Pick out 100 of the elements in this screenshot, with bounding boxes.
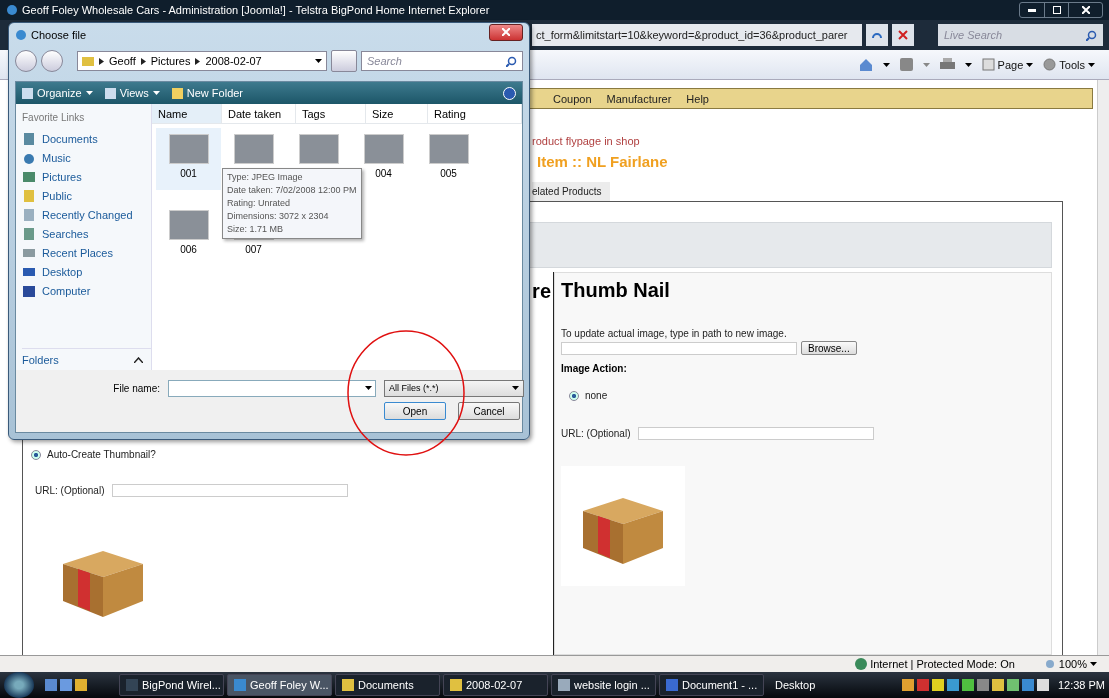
menu-item[interactable]: Manufacturer: [606, 92, 672, 105]
section-heading: re: [532, 280, 552, 303]
photo-placeholder[interactable]: [363, 134, 404, 164]
gear-icon: [1043, 58, 1057, 71]
taskbar-button[interactable]: Document1 - ...: [659, 674, 764, 696]
file-type-dropdown[interactable]: All Files (*.*): [384, 379, 524, 397]
radio-button[interactable]: [31, 449, 41, 460]
menu-item[interactable]: Coupon: [553, 92, 592, 105]
forward-button[interactable]: [41, 50, 63, 72]
caret-icon: [1088, 62, 1095, 67]
feed-icon[interactable]: [899, 58, 913, 71]
taskbar-button[interactable]: website login ...: [551, 674, 656, 696]
browser-icon: [15, 29, 27, 41]
chevron-icon: [195, 57, 201, 65]
caret-icon: [512, 386, 519, 390]
favorite-link[interactable]: Recently Changed: [22, 205, 151, 224]
tray-icon[interactable]: [931, 679, 944, 691]
refresh-button[interactable]: [866, 24, 888, 46]
favorite-link[interactable]: Searches: [22, 224, 151, 243]
file-name: 004: [375, 168, 392, 179]
path-field[interactable]: [561, 341, 797, 355]
minimize-icon: [1028, 8, 1036, 12]
tools-menu[interactable]: Tools: [1043, 58, 1095, 71]
address-field[interactable]: ct_form&limitstart=10&keyword=&product_id=36&product_parer: [532, 24, 862, 46]
breadcrumb-item[interactable]: 2008-02-07: [205, 55, 262, 67]
taskbar-button[interactable]: 2008-02-07: [443, 674, 548, 696]
caret-icon: [365, 386, 372, 390]
breadcrumb-item[interactable]: Geoff: [109, 55, 136, 67]
photo-placeholder[interactable]: [168, 210, 209, 240]
clock[interactable]: 12:38 PM: [1057, 679, 1105, 691]
tray-icon[interactable]: [946, 679, 959, 691]
photo-placeholder[interactable]: [168, 134, 209, 164]
file-name-field[interactable]: [168, 379, 376, 397]
app-icon: [666, 679, 678, 691]
photo-placeholder[interactable]: [298, 134, 339, 164]
caret-icon: [152, 91, 160, 95]
tooltip-line: Rating: Unrated: [227, 197, 292, 210]
radio-button[interactable]: [569, 390, 579, 401]
search-field[interactable]: Search: [361, 51, 523, 71]
tray-icon[interactable]: [991, 679, 1004, 691]
help-icon[interactable]: [503, 86, 516, 100]
flypage-link[interactable]: roduct flypage in shop: [532, 135, 1097, 147]
close-icon: [502, 28, 510, 36]
tray-icon[interactable]: [901, 679, 914, 691]
zoom-control[interactable]: 100%: [1044, 658, 1097, 670]
taskbar-button[interactable]: BigPond Wirel...: [119, 674, 224, 696]
scrollbar[interactable]: [1097, 80, 1109, 655]
breadcrumb-item[interactable]: Pictures: [150, 55, 191, 67]
tooltip-line: Date taken: 7/02/2008 12:00 PM: [227, 184, 357, 197]
favorite-link[interactable]: Desktop: [22, 262, 151, 281]
refresh-button[interactable]: [331, 50, 357, 72]
photo-placeholder[interactable]: [233, 134, 274, 164]
favorite-link[interactable]: Pictures: [22, 167, 151, 186]
organize-button[interactable]: Organize: [22, 87, 93, 99]
views-icon: [104, 87, 116, 99]
column-header[interactable]: Name: [152, 104, 222, 123]
favorite-link[interactable]: Computer: [22, 281, 151, 300]
url-field[interactable]: [638, 427, 875, 440]
browse-button[interactable]: Browse...: [801, 341, 857, 355]
menu-item[interactable]: Help: [686, 92, 709, 105]
breadcrumb-bar[interactable]: Geoff Pictures 2008-02-07: [77, 51, 327, 71]
back-button[interactable]: [15, 50, 37, 72]
taskbar-button[interactable]: Geoff Foley W...: [227, 674, 332, 696]
stop-button[interactable]: [892, 24, 914, 46]
views-button[interactable]: Views: [104, 87, 160, 99]
page-menu[interactable]: Page: [981, 58, 1034, 71]
favorite-link[interactable]: Music: [22, 148, 151, 167]
image-action-label: Image Action:: [561, 363, 628, 374]
printer-icon[interactable]: [939, 58, 955, 71]
favorite-link[interactable]: Recent Places: [22, 243, 151, 262]
desktop-toolbar[interactable]: Desktop: [775, 679, 816, 691]
chevron-icon: [140, 57, 146, 65]
start-button[interactable]: [4, 672, 34, 698]
favorite-link[interactable]: Public: [22, 186, 151, 205]
app-icon: [450, 679, 462, 691]
url-label: URL: (Optional): [561, 428, 631, 439]
app-icon: [558, 679, 570, 691]
page-icon: [981, 58, 995, 71]
refresh-icon: [871, 32, 883, 38]
tray-icon[interactable]: [1006, 679, 1019, 691]
open-button[interactable]: Open: [384, 402, 446, 420]
cancel-button[interactable]: Cancel: [458, 402, 520, 420]
tray-icon[interactable]: [1036, 679, 1049, 691]
home-icon[interactable]: [858, 57, 873, 72]
close-button[interactable]: [489, 23, 523, 41]
photo-placeholder[interactable]: [428, 134, 469, 164]
tab[interactable]: elated Products: [532, 182, 610, 201]
tray-icon[interactable]: [961, 679, 974, 691]
file-item[interactable]: 001: [156, 128, 221, 190]
folder-icon: [82, 56, 94, 66]
file-name: 001: [180, 168, 197, 179]
tooltip-line: Dimensions: 3072 x 2304: [227, 210, 330, 223]
search-icon: [22, 226, 36, 241]
taskbar-button[interactable]: Documents: [335, 674, 440, 696]
url-field[interactable]: [112, 484, 349, 497]
new-folder-button[interactable]: New Folder: [171, 87, 244, 99]
favorite-link[interactable]: Documents: [22, 129, 151, 148]
switch-windows-icon[interactable]: [60, 679, 72, 691]
document-icon: [22, 131, 36, 146]
page-heading: Item :: NL Fairlane: [537, 153, 669, 170]
